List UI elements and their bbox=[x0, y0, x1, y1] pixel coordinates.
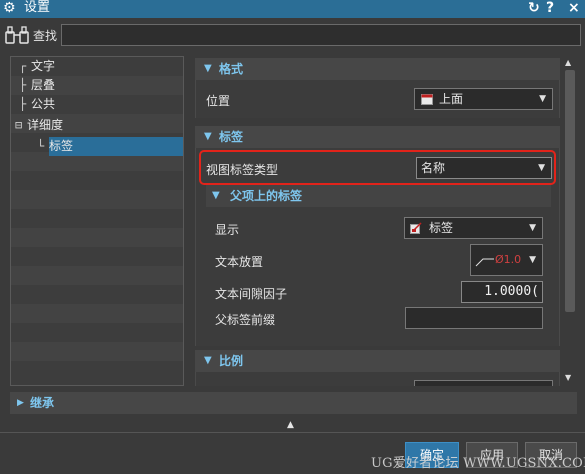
display-dropdown[interactable]: 标签 ▼ bbox=[404, 217, 543, 239]
chevron-down-icon: ▼ bbox=[539, 94, 546, 104]
section-title: 标签 bbox=[219, 130, 244, 144]
collapse-triangle-icon: ▼ bbox=[212, 190, 220, 201]
tree-connector: ┌ bbox=[19, 59, 27, 73]
position-dropdown[interactable]: 上面 ▼ bbox=[414, 88, 553, 110]
highlight-box bbox=[199, 150, 556, 185]
collapse-triangle-icon: ▼ bbox=[204, 63, 212, 74]
close-icon[interactable]: × bbox=[568, 0, 580, 16]
position-value: 上面 bbox=[439, 92, 464, 106]
section-title: 继承 bbox=[30, 396, 55, 410]
chevron-down-icon: ▼ bbox=[529, 223, 536, 233]
scroll-up-icon[interactable]: ▲ bbox=[565, 58, 571, 67]
title-bar: ⚙ 设置 ↻ ? × bbox=[0, 0, 585, 18]
text-placement-value: Ø1.0 bbox=[495, 253, 522, 266]
text-placement-label: 文本放置 bbox=[215, 255, 264, 269]
tree-item-cascade[interactable]: ├ 层叠 bbox=[19, 76, 55, 95]
gear-icon: ⚙ bbox=[3, 0, 16, 16]
collapse-icon[interactable]: ⊟ bbox=[15, 116, 27, 135]
collapse-triangle-icon: ▼ bbox=[204, 131, 212, 142]
tree-connector: ├ bbox=[19, 97, 27, 111]
tree-item-common[interactable]: ├ 公共 bbox=[19, 95, 55, 114]
section-format-header[interactable]: ▼ 格式 bbox=[195, 58, 560, 80]
scroll-down-icon[interactable]: ▼ bbox=[565, 373, 571, 382]
section-title: 比例 bbox=[219, 354, 244, 368]
scrollbar[interactable]: ▲ ▼ bbox=[563, 56, 577, 386]
parent-prefix-input[interactable] bbox=[405, 307, 543, 329]
display-label: 显示 bbox=[215, 223, 240, 237]
position-label: 位置 bbox=[206, 94, 231, 108]
binoculars-icon bbox=[5, 26, 29, 44]
tree-connector: ├ bbox=[19, 78, 27, 92]
tree-item-text[interactable]: ┌ 文字 bbox=[19, 57, 55, 76]
text-gap-label: 文本间隙因子 bbox=[215, 287, 288, 301]
tree-item-label: 标签 bbox=[49, 139, 74, 153]
expand-triangle-icon: ▶ bbox=[17, 398, 24, 408]
scale-dropdown[interactable] bbox=[414, 380, 553, 386]
tree-connector: └ bbox=[37, 139, 45, 153]
divider bbox=[0, 432, 585, 433]
search-row: 查找 bbox=[0, 18, 585, 52]
reset-icon[interactable]: ↻ bbox=[528, 0, 540, 16]
tree-item-label-node[interactable]: └ 标签 bbox=[37, 137, 73, 156]
section-scale-body bbox=[195, 372, 560, 386]
section-scale-header[interactable]: ▼ 比例 bbox=[195, 350, 560, 372]
display-value: 标签 bbox=[429, 221, 454, 235]
tree-item-detail[interactable]: ⊟ 详细度 bbox=[15, 116, 63, 135]
section-title: 格式 bbox=[219, 62, 244, 76]
settings-panel: ▼ 格式 位置 上面 ▼ ▼ 标签 视图标签类型 名称 ▼ ▼ 父项上的标签 显… bbox=[195, 56, 560, 386]
text-placement-dropdown[interactable]: Ø1.0 ▼ bbox=[470, 244, 543, 276]
position-top-icon bbox=[421, 94, 433, 105]
label-icon bbox=[410, 222, 422, 234]
help-icon[interactable]: ? bbox=[546, 0, 554, 16]
section-format-body: 位置 上面 ▼ bbox=[195, 80, 560, 118]
inherit-section-header[interactable]: ▶ 继承 bbox=[10, 392, 577, 414]
tree-item-label: 文字 bbox=[31, 59, 56, 73]
tree-item-label: 公共 bbox=[31, 97, 56, 111]
scroll-thumb[interactable] bbox=[565, 70, 575, 312]
chevron-down-icon: ▼ bbox=[529, 255, 536, 265]
category-tree: ┌ 文字 ├ 层叠 ├ 公共 ⊟ 详细度 └ 标签 bbox=[10, 56, 184, 386]
section-labels-header[interactable]: ▼ 标签 bbox=[195, 126, 560, 148]
search-label: 查找 bbox=[33, 29, 58, 43]
tree-item-label: 详细度 bbox=[27, 118, 64, 132]
tree-item-label: 层叠 bbox=[31, 78, 56, 92]
leader-line-icon bbox=[475, 258, 494, 267]
subsection-parent-header[interactable]: ▼ 父项上的标签 bbox=[206, 185, 551, 207]
search-input[interactable] bbox=[61, 24, 581, 46]
window-title: 设置 bbox=[24, 0, 51, 15]
collapse-triangle-icon: ▼ bbox=[204, 355, 212, 366]
text-gap-input[interactable]: 1.0000( bbox=[461, 281, 543, 303]
collapse-up-icon[interactable]: ▲ bbox=[287, 420, 294, 430]
section-title: 父项上的标签 bbox=[230, 189, 303, 203]
watermark: UG爱好者论坛 WWW.UGSNX.COM bbox=[371, 456, 585, 471]
parent-prefix-label: 父标签前缀 bbox=[215, 313, 276, 327]
